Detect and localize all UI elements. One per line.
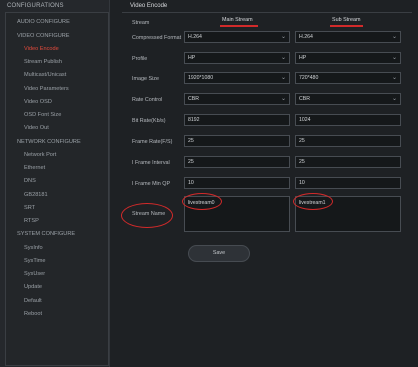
sub-stream-underline [330, 25, 363, 27]
stream-name-main-value: livestream0 [188, 200, 215, 206]
image-size-sub-value: 720*480 [299, 75, 319, 81]
sidebar: CONFIGURATIONS AUDIO CONFIGURE VIDEO CON… [0, 0, 110, 367]
sidebar-item-rtsp[interactable]: RTSP [24, 218, 39, 224]
i-frame-interval-main-input[interactable]: 25 [184, 156, 290, 168]
rate-control-main-select[interactable]: CBR ⌄ [184, 93, 290, 105]
chevron-down-icon: ⌄ [391, 55, 397, 61]
profile-main-select[interactable]: HP ⌄ [184, 52, 290, 64]
sidebar-item-stream-publish[interactable]: Stream Publish [24, 59, 62, 65]
chevron-down-icon: ⌄ [280, 75, 286, 81]
sidebar-item-default[interactable]: Default [24, 298, 42, 304]
profile-main-value: HP [188, 55, 196, 61]
sidebar-item-video-out[interactable]: Video Out [24, 125, 49, 131]
sidebar-item-sysinfo[interactable]: SysInfo [24, 245, 43, 251]
compressed-format-sub-value: H.264 [299, 34, 313, 40]
sidebar-item-video-parameters[interactable]: Video Parameters [24, 86, 69, 92]
save-button[interactable]: Save [188, 245, 250, 262]
sidebar-title: CONFIGURATIONS [7, 3, 64, 9]
stream-name-label: Stream Name [132, 211, 166, 217]
stream-label: Stream [132, 20, 150, 26]
sidebar-item-video-osd[interactable]: Video OSD [24, 99, 52, 105]
sidebar-item-update[interactable]: Update [24, 284, 42, 290]
sidebar-item-video-configure[interactable]: VIDEO CONFIGURE [17, 33, 70, 39]
sidebar-item-dns[interactable]: DNS [24, 178, 36, 184]
frame-rate-main-input[interactable]: 25 [184, 135, 290, 147]
image-size-main-select[interactable]: 1920*1080 ⌄ [184, 72, 290, 84]
sidebar-item-reboot[interactable]: Reboot [24, 311, 42, 317]
sidebar-item-system-configure[interactable]: SYSTEM CONFIGURE [17, 231, 75, 237]
stream-name-main-textarea[interactable]: livestream0 [184, 196, 290, 232]
sidebar-item-ethernet[interactable]: Ethernet [24, 165, 45, 171]
image-size-main-value: 1920*1080 [188, 75, 214, 81]
profile-sub-select[interactable]: HP ⌄ [295, 52, 401, 64]
compressed-format-sub-select[interactable]: H.264 ⌄ [295, 31, 401, 43]
i-frame-interval-sub-input[interactable]: 25 [295, 156, 401, 168]
sidebar-item-video-encode[interactable]: Video Encode [24, 46, 59, 52]
compressed-format-main-value: H.264 [188, 34, 202, 40]
image-size-sub-select[interactable]: 720*480 ⌄ [295, 72, 401, 84]
rate-control-sub-value: CBR [299, 96, 310, 102]
bit-rate-label: Bit Rate(Kb/s) [132, 118, 166, 124]
sub-stream-header: Sub Stream [332, 17, 361, 23]
frame-rate-sub-input[interactable]: 25 [295, 135, 401, 147]
chevron-down-icon: ⌄ [391, 96, 397, 102]
main-stream-header: Main Stream [222, 17, 253, 23]
page-title: Video Encode [130, 3, 168, 9]
i-frame-min-qp-sub-input[interactable]: 10 [295, 177, 401, 189]
chevron-down-icon: ⌄ [391, 75, 397, 81]
stream-name-sub-textarea[interactable]: livestream1 [295, 196, 401, 232]
bit-rate-sub-input[interactable]: 1024 [295, 114, 401, 126]
profile-sub-value: HP [299, 55, 307, 61]
chevron-down-icon: ⌄ [391, 34, 397, 40]
sidebar-menu [5, 12, 109, 366]
frame-rate-label: Frame Rate(F/S) [132, 139, 173, 145]
sidebar-item-gb28181[interactable]: GB28181 [24, 192, 48, 198]
profile-label: Profile [132, 56, 148, 62]
sidebar-item-network-port[interactable]: Network Port [24, 152, 56, 158]
sidebar-item-network-configure[interactable]: NETWORK CONFIGURE [17, 139, 81, 145]
title-divider [122, 12, 412, 13]
i-frame-min-qp-label: I Frame Min QP [132, 181, 171, 187]
main-stream-underline [220, 25, 258, 27]
i-frame-interval-label: I Frame Interval [132, 160, 170, 166]
compressed-format-label: Compressed Format [132, 35, 182, 41]
chevron-down-icon: ⌄ [280, 34, 286, 40]
image-size-label: Image Size [132, 76, 159, 82]
sidebar-item-systime[interactable]: SysTime [24, 258, 46, 264]
compressed-format-main-select[interactable]: H.264 ⌄ [184, 31, 290, 43]
sidebar-item-audio-configure[interactable]: AUDIO CONFIGURE [17, 19, 70, 25]
stream-name-sub-value: livestream1 [299, 200, 326, 206]
rate-control-sub-select[interactable]: CBR ⌄ [295, 93, 401, 105]
sidebar-item-sysuser[interactable]: SysUser [24, 271, 45, 277]
sidebar-item-osd-font-size[interactable]: OSD Font Size [24, 112, 61, 118]
rate-control-main-value: CBR [188, 96, 199, 102]
bit-rate-main-input[interactable]: 8192 [184, 114, 290, 126]
sidebar-item-srt[interactable]: SRT [24, 205, 35, 211]
rate-control-label: Rate Control [132, 97, 163, 103]
chevron-down-icon: ⌄ [280, 55, 286, 61]
sidebar-item-multicast-unicast[interactable]: Multicast/Unicast [24, 72, 66, 78]
i-frame-min-qp-main-input[interactable]: 10 [184, 177, 290, 189]
chevron-down-icon: ⌄ [280, 96, 286, 102]
